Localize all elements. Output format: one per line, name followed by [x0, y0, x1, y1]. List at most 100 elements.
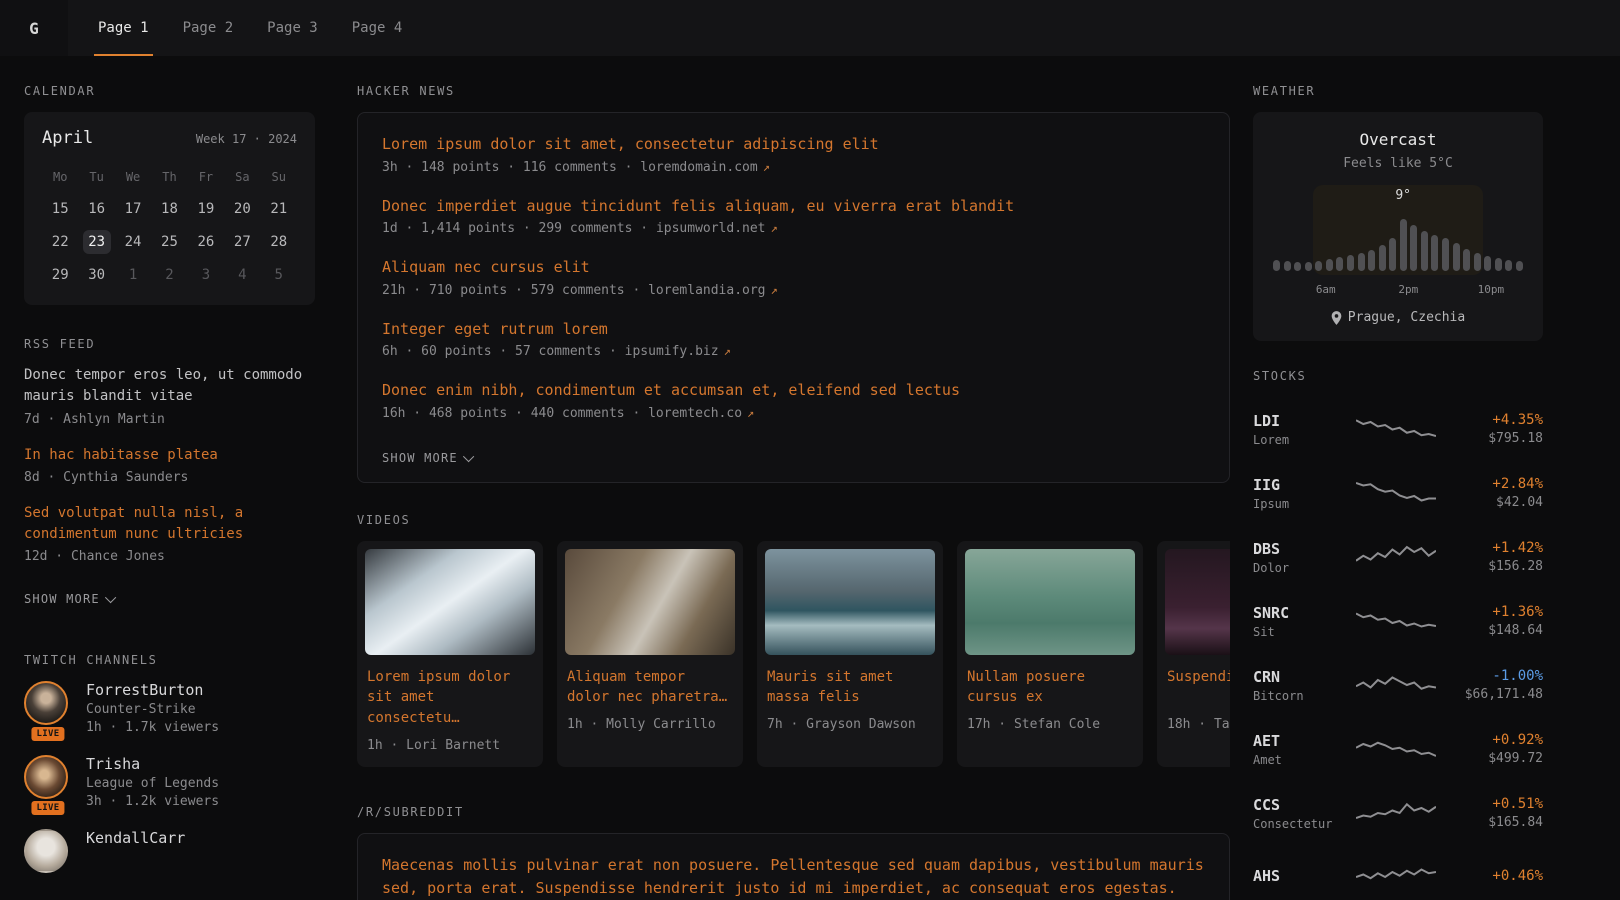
hn-item-domain-link[interactable]: loremdomain.com↗	[640, 160, 770, 175]
stock-name: Amet	[1253, 753, 1349, 767]
stock-sparkline	[1356, 414, 1436, 444]
stock-symbol: CCS	[1253, 796, 1349, 814]
hn-item-link[interactable]: Integer eget rutrum lorem	[382, 318, 1205, 341]
hn-item-domain-link[interactable]: ipsumify.biz↗	[625, 344, 731, 359]
stock-price: $148.64	[1443, 623, 1543, 638]
tab-label: Page 3	[267, 20, 318, 36]
hn-item: Aliquam nec cursus elit 21h · 710 points…	[382, 256, 1205, 298]
stocks-section-title: STOCKS	[1253, 369, 1543, 383]
tab-page-2[interactable]: Page 2	[179, 0, 238, 56]
calendar-date: 24	[119, 230, 147, 254]
top-bar: G Page 1 Page 2 Page 3 Page 4	[0, 0, 1620, 56]
weekday-label: Th	[151, 166, 187, 188]
stock-change: +0.51%	[1443, 796, 1543, 812]
dashboard-page: G Page 1 Page 2 Page 3 Page 4 CALENDAR A…	[0, 0, 1620, 900]
twitch-channel-row[interactable]: LIVE ForrestBurton Counter-Strike 1h · 1…	[24, 681, 315, 735]
hn-item-domain-link[interactable]: ipsumworld.net ↗	[656, 221, 778, 236]
tab-page-1[interactable]: Page 1	[94, 0, 153, 56]
time-label: 10pm	[1478, 283, 1505, 296]
domain-label: loremtech.co	[648, 406, 742, 421]
show-more-label: SHOW MORE	[24, 592, 100, 606]
weather-hour-bar	[1368, 250, 1375, 271]
time-label: 2pm	[1398, 283, 1418, 296]
video-card[interactable]: Aliquam tempor dolor nec pharetra… 1h · …	[557, 541, 743, 767]
hn-item-domain-link[interactable]: loremtech.co↗	[648, 406, 754, 421]
weather-hour-bar	[1358, 253, 1365, 271]
logo-letter: G	[29, 19, 39, 38]
weather-time-axis: 6am 2pm 10pm	[1269, 283, 1527, 297]
external-link-icon: ↗	[771, 283, 778, 297]
hn-item-domain-link[interactable]: loremlandia.org↗	[648, 283, 778, 298]
weather-hourly-chart: 9° 6am 2pm 10pm	[1269, 185, 1527, 297]
video-card[interactable]: Nullam posuere cursus ex 17h · Stefan Co…	[957, 541, 1143, 767]
hn-item-link[interactable]: Lorem ipsum dolor sit amet, consectetur …	[382, 133, 1205, 156]
weather-hour-bar	[1294, 262, 1301, 271]
video-card[interactable]: Lorem ipsum dolor sit amet consectetu… 1…	[357, 541, 543, 767]
stock-name: Consectetur	[1253, 817, 1349, 831]
weather-hour-bar	[1463, 249, 1470, 271]
hn-item-link[interactable]: Donec enim nibh, condimentum et accumsan…	[382, 379, 1205, 402]
video-title: Suspendisse diam	[1167, 667, 1230, 708]
hn-show-more-button[interactable]: SHOW MORE	[382, 451, 474, 465]
rss-item-meta: 7d · Ashlyn Martin	[24, 412, 315, 427]
subreddit-post-link[interactable]: Maecenas mollis pulvinar erat non posuer…	[382, 854, 1205, 900]
tab-page-4[interactable]: Page 4	[348, 0, 407, 56]
domain-label: ipsumworld.net	[656, 221, 766, 236]
peak-temperature-label: 9°	[1395, 188, 1411, 203]
calendar-date-next-month: 4	[228, 263, 256, 287]
rss-item-link[interactable]: Donec tempor eros leo, ut commodo mauris…	[24, 365, 315, 408]
stocks-widget: STOCKS LDI Lorem +4.35% $795.18 IIG	[1253, 369, 1543, 900]
rss-show-more-button[interactable]: SHOW MORE	[24, 592, 116, 606]
chevron-down-icon	[463, 450, 474, 461]
tab-page-3[interactable]: Page 3	[263, 0, 322, 56]
calendar-date: 30	[83, 263, 111, 287]
stock-name: Ipsum	[1253, 497, 1349, 511]
stock-row: AHS +0.46%	[1253, 845, 1543, 900]
stock-sparkline	[1356, 798, 1436, 828]
stock-change: +0.92%	[1443, 732, 1543, 748]
video-card[interactable]: Mauris sit amet massa felis 7h · Grayson…	[757, 541, 943, 767]
hacker-news-card: Lorem ipsum dolor sit amet, consectetur …	[357, 112, 1230, 483]
stock-price: $66,171.48	[1443, 687, 1543, 702]
rss-item-link[interactable]: In hac habitasse platea	[24, 445, 315, 466]
stock-row: SNRC Sit +1.36% $148.64	[1253, 589, 1543, 653]
stock-sparkline	[1356, 542, 1436, 572]
rss-item-link[interactable]: Sed volutpat nulla nisl, a condimentum n…	[24, 503, 315, 546]
stock-sparkline	[1356, 478, 1436, 508]
calendar-card: April Week 17 · 2024 Mo Tu We Th Fr Sa S…	[24, 112, 315, 305]
domain-label: ipsumify.biz	[625, 344, 719, 359]
weekday-label: Sa	[224, 166, 260, 188]
external-link-icon: ↗	[763, 160, 770, 174]
calendar-date: 21	[265, 197, 293, 221]
hn-item-link[interactable]: Donec imperdiet augue tincidunt felis al…	[382, 195, 1205, 218]
calendar-date: 17	[119, 197, 147, 221]
video-title: Nullam posuere cursus ex	[967, 667, 1133, 708]
weather-hour-bar	[1505, 260, 1512, 271]
weather-section-title: WEATHER	[1253, 84, 1543, 98]
stock-symbol: LDI	[1253, 412, 1349, 430]
stock-sparkline	[1356, 670, 1436, 700]
twitch-widget: TWITCH CHANNELS LIVE ForrestBurton Count…	[24, 653, 315, 873]
weather-hour-bar	[1431, 235, 1438, 271]
hn-item-link[interactable]: Aliquam nec cursus elit	[382, 256, 1205, 279]
hacker-news-section-title: HACKER NEWS	[357, 84, 1230, 98]
weather-hour-bar	[1315, 261, 1322, 271]
stock-symbol: IIG	[1253, 476, 1349, 494]
channel-meta: 3h · 1.2k viewers	[86, 794, 219, 809]
stock-change: +1.36%	[1443, 604, 1543, 620]
stock-symbol: CRN	[1253, 668, 1349, 686]
hn-item-meta: 16h · 468 points · 440 comments ·	[382, 406, 640, 421]
weather-hour-bar	[1400, 219, 1407, 271]
stock-symbol: SNRC	[1253, 604, 1349, 622]
stock-row: CCS Consectetur +0.51% $165.84	[1253, 781, 1543, 845]
calendar-date-next-month: 3	[192, 263, 220, 287]
subreddit-widget: /R/SUBREDDIT Maecenas mollis pulvinar er…	[357, 805, 1230, 900]
video-card[interactable]: Suspendisse diam 18h · Tara	[1157, 541, 1230, 767]
video-title: Aliquam tempor dolor nec pharetra…	[567, 667, 733, 708]
channel-name: ForrestBurton	[86, 681, 219, 699]
weather-widget: WEATHER Overcast Feels like 5°C 9° 6am 2…	[1253, 84, 1543, 341]
twitch-channel-row[interactable]: KendallCarr	[24, 829, 315, 873]
twitch-channel-row[interactable]: LIVE Trisha League of Legends 3h · 1.2k …	[24, 755, 315, 809]
external-link-icon: ↗	[771, 221, 778, 235]
stock-symbol: DBS	[1253, 540, 1349, 558]
